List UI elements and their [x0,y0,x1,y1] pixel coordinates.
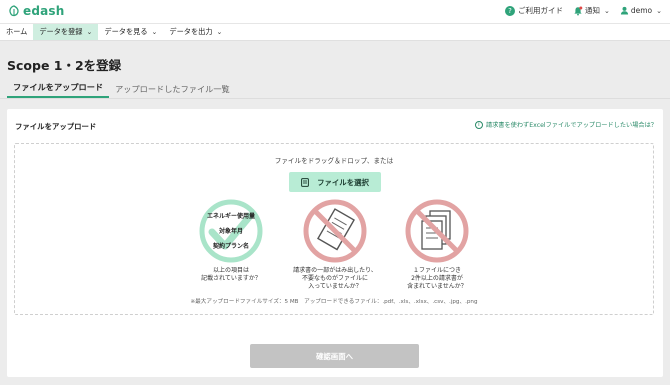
upload-card: ファイルをアップロード i 請求書を使わずExcelファイルでアップロードしたい… [7,109,663,377]
prohibited-cropped-document-icon [303,199,367,263]
nav-item-label: データを出力 [169,27,213,36]
nav-register-data[interactable]: データを登録 ⌄ [33,24,99,40]
checkmark-icon: エネルギー使用量 対象年月 契約プラン名 [199,199,263,263]
logo-text: edash [23,4,65,18]
chevron-down-icon: ⌄ [603,6,610,15]
tip-cropped-document: 請求書の一部がはみ出したり、 不要なものがファイルに 入っていませんか？ [280,198,390,291]
top-header: edash ? ご利用ガイド 通知 ⌄ demo ⌄ [0,0,670,23]
nav-view-data[interactable]: データを見る ⌄ [98,24,163,40]
select-file-button[interactable]: ファイルを選択 [289,172,381,192]
tip-multiple-invoices: １ファイルにつき 2件以上の請求書が 含まれていませんか？ [382,198,492,291]
check-item: 対象年月 [218,227,243,235]
chevron-down-icon: ⌄ [86,28,93,36]
nav-item-label: データを見る [104,27,148,36]
user-menu[interactable]: demo ⌄ [620,6,662,15]
logo[interactable]: edash [8,4,65,18]
edash-logo-icon [9,5,19,17]
chevron-down-icon: ⌄ [216,28,223,36]
tab-bar: ファイルをアップロード アップロードしたファイル一覧 [7,82,236,98]
nav-export-data[interactable]: データを出力 ⌄ [163,24,228,40]
confirm-button[interactable]: 確認画面へ [250,344,419,368]
page-title: Scope 1・2を登録 [7,58,122,73]
select-file-label: ファイルを選択 [317,177,369,187]
notification-menu[interactable]: 通知 ⌄ [573,5,610,16]
card-title: ファイルをアップロード [15,122,97,131]
guide-label: ご利用ガイド [517,6,563,15]
tip-caption: １ファイルにつき 2件以上の請求書が 含まれていませんか？ [407,267,467,290]
prohibited-multiple-documents-icon [405,199,469,263]
info-icon: i [474,120,483,129]
tab-upload[interactable]: ファイルをアップロード [7,81,110,98]
guide-link[interactable]: ? ご利用ガイド [504,5,563,16]
file-dropzone[interactable]: ファイルをドラッグ＆ドロップ、または ファイルを選択 エネルギー使用量 対象年月… [14,143,654,315]
tip-check-fields: エネルギー使用量 対象年月 契約プラン名 以上の項目は 記載されていますか？ [176,198,286,283]
drop-instruction: ファイルをドラッグ＆ドロップ、または [274,157,394,165]
tip-caption: 請求書の一部がはみ出したり、 不要なものがファイルに 入っていませんか？ [293,267,377,290]
nav-item-label: データを登録 [39,27,83,36]
file-requirements-note: ※最大アップロードファイルサイズ：5 MB アップロードできるファイル：.pdf… [190,299,478,305]
user-label: demo [630,6,653,15]
chevron-down-icon: ⌄ [151,28,158,36]
excel-help-link[interactable]: i 請求書を使わずExcelファイルでアップロードしたい場合は？ [474,120,657,129]
tip-caption: 以上の項目は 記載されていますか？ [201,267,261,282]
help-link-text: 請求書を使わずExcelファイルでアップロードしたい場合は？ [485,122,657,129]
nav-home[interactable]: ホーム [0,24,33,40]
check-item: 契約プラン名 [212,242,249,250]
help-badge-icon: ? [504,5,515,16]
user-icon [620,6,628,15]
notify-label: 通知 [584,6,600,15]
tab-uploaded-list[interactable]: アップロードしたファイル一覧 [109,83,236,98]
chevron-down-icon: ⌄ [656,6,662,15]
check-item: エネルギー使用量 [207,212,255,220]
tab-divider [0,98,670,99]
document-icon [301,177,310,187]
nav-home-label: ホーム [6,27,28,36]
main-nav: ホーム データを登録 ⌄ データを見る ⌄ データを出力 ⌄ [0,23,670,41]
upload-tips: エネルギー使用量 対象年月 契約プラン名 以上の項目は 記載されていますか？ 請… [15,198,653,298]
bell-icon [574,6,583,15]
